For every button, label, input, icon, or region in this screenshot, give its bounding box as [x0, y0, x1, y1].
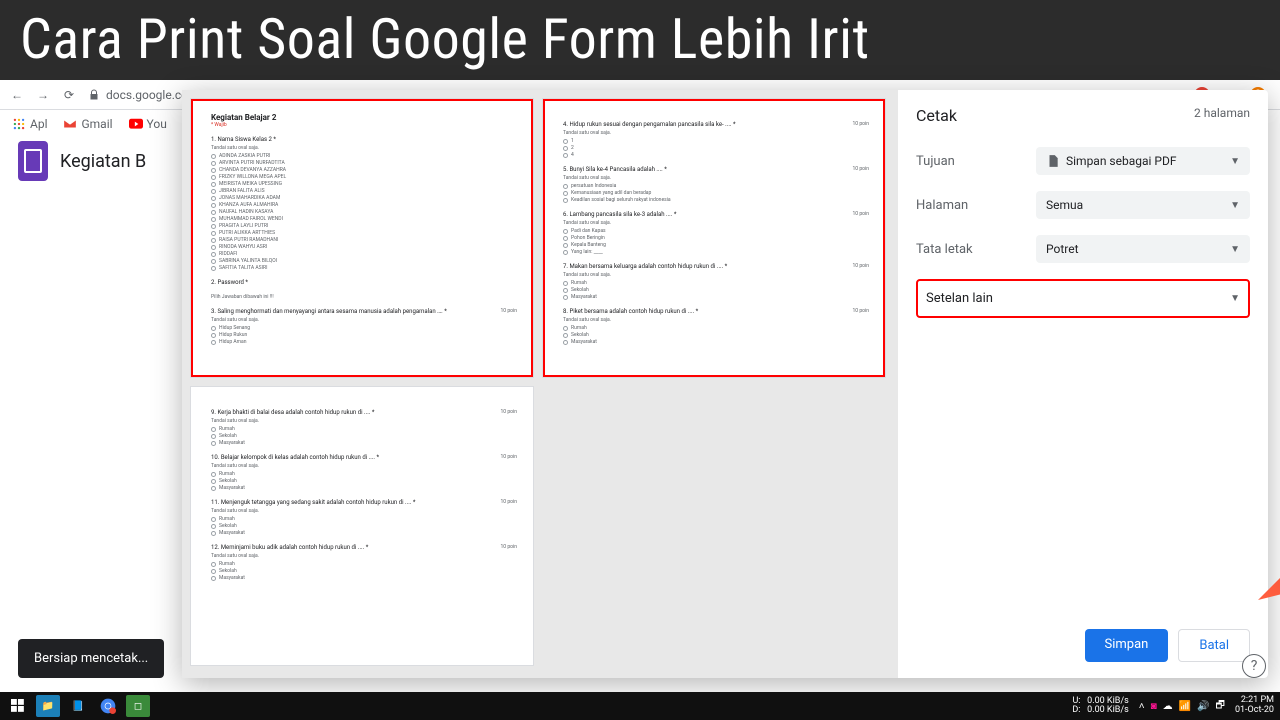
destination-row: Tujuan Simpan sebagai PDF ▼ [916, 147, 1250, 175]
status-toast: Bersiap mencetak... [18, 639, 164, 678]
camtasia-icon[interactable]: ◻ [126, 695, 150, 717]
sound-icon[interactable]: 🔊 [1197, 701, 1209, 712]
print-title: Cetak [916, 106, 957, 125]
chevron-down-icon: ▼ [1230, 156, 1240, 167]
print-preview-pane[interactable]: Kegiatan Belajar 2 * Wajib 1. Nama Siswa… [182, 90, 898, 678]
taskbar-clock[interactable]: 2:21 PM 01-Oct-20 [1235, 696, 1274, 716]
banner-text: Cara Print Soal Google Form Lebih Irit [20, 6, 870, 72]
cancel-button[interactable]: Batal [1178, 629, 1250, 662]
print-dialog: Kegiatan Belajar 2 * Wajib 1. Nama Siswa… [182, 90, 1268, 678]
tray-cloud-icon[interactable]: ☁ [1163, 701, 1173, 712]
system-tray[interactable]: ˄ ◙ ☁ 📶 🔊 🗗 [1139, 698, 1225, 715]
dialog-actions: Simpan Batal [1085, 629, 1251, 662]
windows-taskbar: 📁 📘 ◻ U: 0.00 KiB/s D: 0.00 KiB/s ˄ ◙ ☁ … [0, 692, 1280, 720]
start-button[interactable] [6, 695, 30, 717]
file-explorer-icon[interactable]: 📁 [36, 695, 60, 717]
chevron-down-icon: ▼ [1230, 200, 1240, 211]
sheet-count: 2 halaman [1194, 106, 1250, 125]
tray-up-icon[interactable]: ˄ [1139, 701, 1145, 712]
tray-app-icon[interactable]: ◙ [1151, 701, 1157, 712]
destination-select[interactable]: Simpan sebagai PDF ▼ [1036, 147, 1250, 175]
apps-grid-icon [12, 117, 26, 131]
bookmark-youtube[interactable]: You [129, 117, 167, 131]
lock-icon [88, 89, 100, 101]
chevron-down-icon: ▼ [1230, 244, 1240, 255]
network-stats: U: 0.00 KiB/s D: 0.00 KiB/s [1072, 697, 1128, 715]
task-app-icon[interactable]: 📘 [66, 695, 90, 717]
preview-page-2[interactable]: 10 poin4. Hidup rukun sesuai dengan peng… [542, 98, 886, 378]
save-button[interactable]: Simpan [1085, 629, 1169, 662]
bookmark-gmail[interactable]: Gmail [63, 117, 112, 131]
help-button[interactable]: ? [1242, 654, 1266, 678]
doc-title[interactable]: Kegiatan B [60, 151, 146, 172]
annotation-arrow [1258, 340, 1280, 600]
bookmark-apps[interactable]: Apl [12, 117, 47, 131]
preview-page-1[interactable]: Kegiatan Belajar 2 * Wajib 1. Nama Siswa… [190, 98, 534, 378]
forms-doc-header: Kegiatan B [18, 141, 146, 181]
nav-reload-icon[interactable]: ⟳ [62, 88, 76, 102]
more-settings-toggle[interactable]: Setelan lain ▼ [916, 279, 1250, 318]
tutorial-title-banner: Cara Print Soal Google Form Lebih Irit [0, 0, 1280, 80]
wifi-icon[interactable]: 📶 [1179, 701, 1191, 712]
preview-page-3[interactable]: 10 poin9. Kerja bhakti di balai desa ada… [190, 386, 534, 666]
nav-forward-icon[interactable]: → [36, 88, 50, 102]
language-icon[interactable]: 🗗 [1216, 698, 1225, 715]
google-forms-icon[interactable] [18, 141, 48, 181]
youtube-icon [129, 117, 143, 131]
layout-row: Tata letak Potret▼ [916, 235, 1250, 263]
chevron-down-icon: ▼ [1230, 293, 1240, 304]
layout-select[interactable]: Potret▼ [1036, 235, 1250, 263]
pages-select[interactable]: Semua▼ [1036, 191, 1250, 219]
pdf-icon [1046, 154, 1060, 168]
print-settings-pane: Cetak 2 halaman Tujuan Simpan sebagai PD… [898, 90, 1268, 678]
gmail-icon [63, 117, 77, 131]
chrome-icon[interactable] [96, 695, 120, 717]
pages-row: Halaman Semua▼ [916, 191, 1250, 219]
nav-back-icon[interactable]: ← [10, 88, 24, 102]
